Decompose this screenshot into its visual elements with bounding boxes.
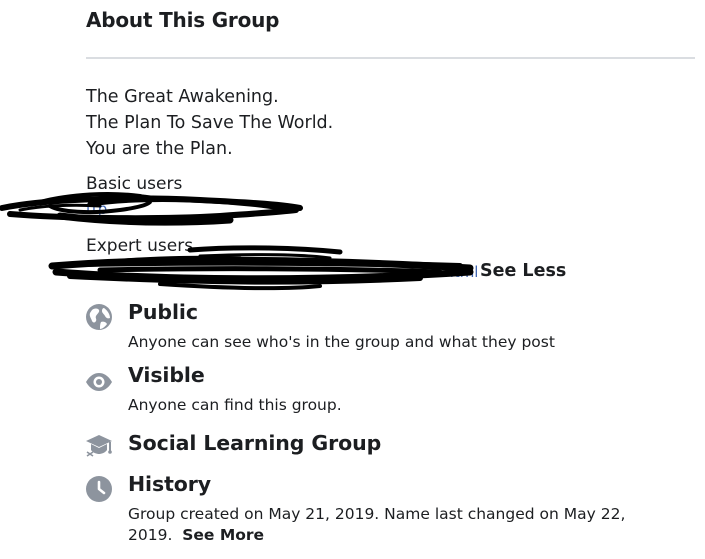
redaction-scribble bbox=[0, 192, 474, 291]
row-title: Public bbox=[128, 300, 198, 324]
globe-icon bbox=[86, 304, 112, 330]
row-title: Visible bbox=[128, 363, 205, 387]
row-title: Social Learning Group bbox=[128, 431, 382, 455]
row-subtitle: Anyone can see who's in the group and wh… bbox=[128, 333, 555, 351]
clock-icon bbox=[86, 476, 112, 502]
history-subtitle: Group created on May 21, 2019. Name last… bbox=[128, 504, 698, 546]
eye-icon bbox=[86, 373, 112, 391]
see-less-button[interactable]: See Less bbox=[480, 261, 566, 281]
row-title: History bbox=[128, 472, 212, 496]
see-more-button[interactable]: See More bbox=[182, 526, 264, 544]
graduation-cap-icon bbox=[86, 435, 112, 457]
row-subtitle: Anyone can find this group. bbox=[128, 396, 342, 414]
